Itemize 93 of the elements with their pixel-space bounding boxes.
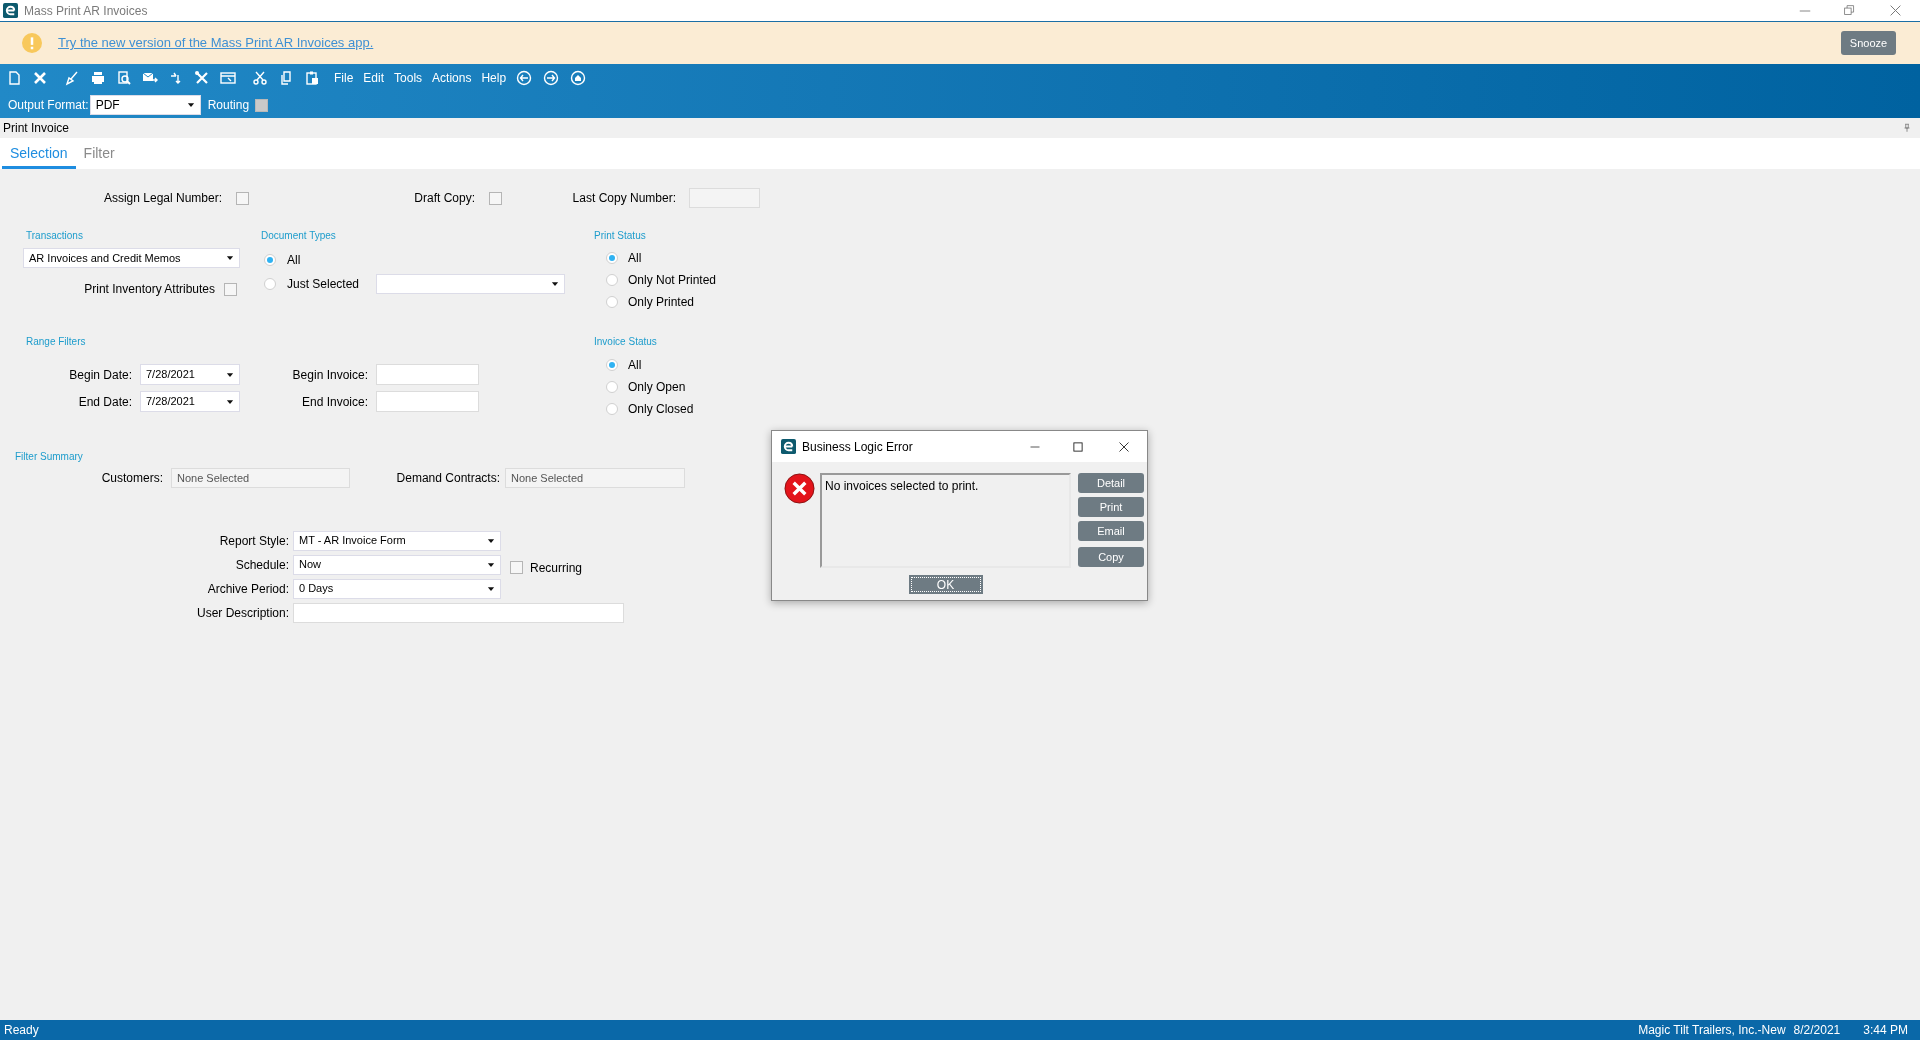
radio-button[interactable] xyxy=(606,274,618,286)
home-icon[interactable] xyxy=(570,70,587,86)
menu-item[interactable]: Help xyxy=(481,69,507,87)
menu-item[interactable]: Tools xyxy=(394,69,423,87)
field-label: Begin Date: xyxy=(69,366,132,384)
field-label: Begin Invoice: xyxy=(292,366,368,384)
field-label: Draft Copy: xyxy=(414,190,475,207)
menu-item[interactable]: File xyxy=(334,69,354,87)
field-label: Only Not Printed xyxy=(628,272,717,289)
input-field[interactable] xyxy=(376,391,479,412)
checkbox[interactable] xyxy=(236,191,249,205)
ok-button[interactable]: OK xyxy=(908,575,983,594)
dropdown[interactable]: 0 Days xyxy=(293,578,501,599)
pin-icon[interactable] xyxy=(1902,123,1912,133)
field-label: Only Open xyxy=(628,379,686,396)
radio-button[interactable] xyxy=(264,254,276,266)
field-label: Report Style: xyxy=(219,532,289,550)
dropdown[interactable]: PDF xyxy=(89,95,201,115)
field-label: Schedule: xyxy=(235,556,289,574)
input-field[interactable]: None Selected xyxy=(171,468,350,488)
field-label: Just Selected xyxy=(287,276,360,293)
print-preview-icon[interactable] xyxy=(116,70,132,86)
panel-title: Print Invoice xyxy=(3,120,70,137)
dropdown[interactable]: MT - AR Invoice Form xyxy=(293,530,501,551)
field-label: Assign Legal Number: xyxy=(103,190,222,207)
field-label: All xyxy=(287,252,301,269)
dialog-button[interactable]: Email xyxy=(1078,521,1144,541)
paste-icon[interactable] xyxy=(304,70,320,86)
field-label: End Date: xyxy=(78,393,132,411)
radio-button[interactable] xyxy=(606,252,618,264)
status-time: 3:44 PM xyxy=(1863,1022,1908,1039)
menu-item[interactable]: Edit xyxy=(363,69,385,87)
company-name: Magic Tilt Trailers, Inc.-New xyxy=(1638,1022,1786,1039)
snooze-button[interactable]: Snooze xyxy=(1841,31,1896,55)
restore-icon[interactable] xyxy=(1843,4,1856,17)
dialog-title: Business Logic Error xyxy=(802,438,913,456)
field-label: User Description: xyxy=(196,604,289,622)
checkbox[interactable] xyxy=(255,98,269,112)
dialog-button[interactable]: Print xyxy=(1078,497,1144,517)
section-heading: Invoice Status xyxy=(594,336,658,348)
section-heading: Range Filters xyxy=(26,336,87,348)
app-logo-icon xyxy=(781,439,796,454)
field-label: Recurring xyxy=(530,559,583,577)
dropdown[interactable]: 7/28/2021 xyxy=(140,364,240,385)
status-text: Ready xyxy=(4,1022,39,1039)
field-label: Routing xyxy=(207,97,250,114)
field-label: Demand Contracts: xyxy=(396,470,500,487)
field-label: Customers: xyxy=(101,470,163,487)
checkbox[interactable] xyxy=(489,191,502,205)
input-field[interactable] xyxy=(376,364,479,385)
section-heading: Print Status xyxy=(594,230,647,242)
dropdown[interactable]: 7/28/2021 xyxy=(140,391,240,412)
menu-item[interactable]: Actions xyxy=(432,69,472,87)
new-document-icon[interactable] xyxy=(6,70,22,86)
section-heading: Filter Summary xyxy=(15,451,84,463)
input-field[interactable]: None Selected xyxy=(505,468,685,488)
checkbox[interactable] xyxy=(510,561,523,574)
message-box: No invoices selected to print. xyxy=(820,473,1071,568)
field-label: Only Printed xyxy=(628,294,695,311)
status-date: 8/2/2021 xyxy=(1793,1022,1841,1039)
dropdown[interactable]: AR Invoices and Credit Memos xyxy=(23,248,240,268)
maximize-icon[interactable] xyxy=(1072,440,1084,453)
close-icon[interactable] xyxy=(1118,440,1130,453)
field-label: End Invoice: xyxy=(301,393,368,411)
link[interactable]: Try the new version of the Mass Print AR Invoices app. xyxy=(58,33,374,53)
warning-icon xyxy=(22,33,42,53)
field-label: All xyxy=(628,357,642,374)
dialog-button[interactable]: Detail xyxy=(1078,473,1144,493)
field-label: All xyxy=(628,250,642,267)
copy-icon[interactable] xyxy=(278,70,294,86)
error-icon xyxy=(784,473,815,504)
field-label: Output Format: xyxy=(8,97,89,114)
checkbox[interactable] xyxy=(224,282,237,296)
radio-button[interactable] xyxy=(264,278,276,290)
radio-button[interactable] xyxy=(606,359,618,371)
radio-button[interactable] xyxy=(606,296,618,308)
field-label: Archive Period: xyxy=(207,580,289,598)
input-field[interactable] xyxy=(689,188,760,208)
field-label: Print Inventory Attributes xyxy=(84,281,215,298)
window-title: Mass Print AR Invoices xyxy=(24,2,148,20)
dialog-button[interactable]: Copy xyxy=(1078,547,1144,567)
tab[interactable]: Filter xyxy=(75,140,123,169)
section-heading: Document Types xyxy=(261,230,337,242)
field-label: Last Copy Number: xyxy=(572,190,676,207)
scissors-icon[interactable] xyxy=(252,70,268,86)
radio-button[interactable] xyxy=(606,381,618,393)
printer-icon[interactable] xyxy=(90,70,106,86)
radio-button[interactable] xyxy=(606,403,618,415)
field-label: Only Closed xyxy=(628,401,694,418)
section-heading: Transactions xyxy=(26,230,84,242)
dropdown[interactable]: Now xyxy=(293,554,501,575)
app-logo-icon xyxy=(3,3,18,18)
input-field[interactable] xyxy=(293,602,624,623)
